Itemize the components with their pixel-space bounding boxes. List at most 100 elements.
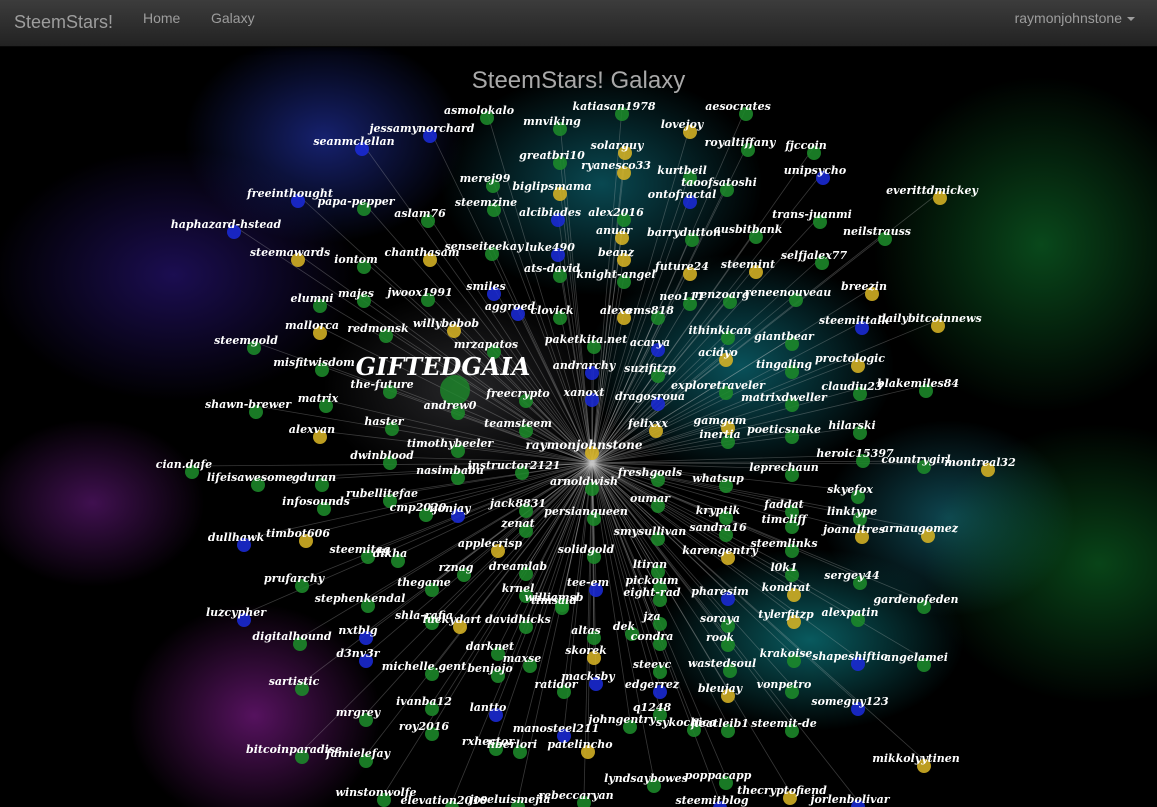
- user-star-label[interactable]: lyndsaybowes: [604, 772, 688, 785]
- user-star-label[interactable]: mallorca: [285, 319, 339, 332]
- user-star-label[interactable]: solidgold: [558, 543, 615, 556]
- user-star-label[interactable]: clovick: [530, 304, 573, 317]
- user-star-label[interactable]: everittdmickey: [886, 184, 979, 197]
- user-star-label[interactable]: rubellitefae: [346, 487, 418, 500]
- user-star-label[interactable]: ems818: [626, 304, 674, 317]
- user-star-label[interactable]: xanoxt: [563, 386, 605, 399]
- user-star-label[interactable]: rebeccaryan: [538, 789, 613, 802]
- user-star-label[interactable]: royaltiffany: [705, 136, 777, 149]
- user-star-label[interactable]: mnviking: [523, 115, 581, 128]
- user-star-label[interactable]: rook: [706, 631, 734, 644]
- user-star-label[interactable]: davidhicks: [485, 613, 551, 626]
- user-star-label[interactable]: giantbear: [754, 330, 815, 343]
- user-star-label[interactable]: steemitblog: [675, 794, 748, 807]
- user-star-label[interactable]: proctologic: [815, 352, 885, 365]
- user-star-label[interactable]: tingaling: [756, 358, 812, 371]
- nav-home-link[interactable]: Home: [143, 10, 180, 26]
- user-star-label[interactable]: roy2016: [399, 720, 449, 733]
- user-star-label[interactable]: timothybeeler: [407, 437, 495, 450]
- user-star-label[interactable]: kondrat: [762, 581, 811, 594]
- user-star-label[interactable]: mikkolyytinen: [872, 752, 960, 765]
- user-star-label[interactable]: jwoox1991: [385, 286, 452, 299]
- user-star-label[interactable]: whatsup: [692, 472, 744, 485]
- user-star-label[interactable]: maxse: [503, 652, 542, 665]
- user-star-label[interactable]: greatbri10: [519, 149, 585, 162]
- user-star-label[interactable]: sandra16: [689, 521, 747, 534]
- user-star-label[interactable]: selfjalex77: [781, 249, 848, 262]
- galaxy-graph[interactable]: asmolokalo katiasan1978 aesocrates jessamyn…: [0, 47, 1157, 807]
- user-star-label[interactable]: tee-em: [567, 576, 609, 589]
- user-star-label[interactable]: cian.dafe: [156, 458, 212, 471]
- user-star-label[interactable]: poeticsnake: [747, 423, 821, 436]
- user-star-label[interactable]: luckydart: [423, 613, 482, 626]
- user-star-label[interactable]: freshgoals: [617, 466, 682, 479]
- user-star-label[interactable]: instructor2121: [468, 459, 561, 472]
- user-star-label[interactable]: oumar: [630, 492, 671, 505]
- user-star-label[interactable]: claudiu23: [821, 380, 883, 393]
- user-star-label[interactable]: biglipsmama: [512, 180, 591, 193]
- user-star-label[interactable]: countrygirl: [881, 453, 950, 466]
- user-star-label[interactable]: luzcypher: [206, 606, 267, 619]
- user-star-label[interactable]: ats-david: [524, 262, 580, 275]
- user-star-label[interactable]: shawn-brewer: [205, 398, 292, 411]
- galaxy-view[interactable]: SteemStars! Galaxy asmolokalo katiasan197…: [0, 47, 1157, 807]
- user-star-label[interactable]: gduran: [292, 471, 336, 484]
- user-star-label[interactable]: vonpetro: [757, 678, 812, 691]
- user-star-label[interactable]: condra: [631, 630, 674, 643]
- user-star-label[interactable]: johngentry: [586, 713, 657, 726]
- user-star-label[interactable]: merej99: [460, 172, 511, 185]
- user-star-label[interactable]: alexvan: [289, 423, 335, 436]
- user-star-label[interactable]: jack8831: [488, 497, 546, 510]
- user-star-label[interactable]: timsaid: [531, 594, 577, 607]
- user-star-label[interactable]: steevc: [633, 658, 672, 671]
- user-star-label[interactable]: jorlenbolivar: [809, 793, 891, 806]
- user-star-label[interactable]: steemgold: [214, 334, 278, 347]
- user-star-label[interactable]: faddat: [763, 498, 803, 511]
- user-star-label[interactable]: seanmclellan: [313, 135, 394, 148]
- featured-star-label[interactable]: GIFTEDGAIA: [356, 352, 531, 381]
- user-star-label[interactable]: luke490: [525, 241, 575, 254]
- user-star-label[interactable]: dwinblood: [350, 449, 414, 462]
- user-star-label[interactable]: katiasan1978: [572, 100, 655, 113]
- user-star-label[interactable]: misfitwisdom: [273, 356, 355, 369]
- user-star-label[interactable]: teamsteem: [484, 417, 552, 430]
- user-star-label[interactable]: unipsycho: [784, 164, 846, 177]
- user-star-label[interactable]: lovejoy: [661, 118, 705, 131]
- user-star-label[interactable]: fjccoin: [784, 139, 827, 152]
- user-star-label[interactable]: persianqueen: [544, 505, 628, 518]
- user-star-label[interactable]: mrzapatos: [454, 338, 518, 351]
- user-star-label[interactable]: chanthasam: [385, 246, 460, 259]
- user-star-label[interactable]: soraya: [700, 612, 740, 625]
- user-star-label[interactable]: rznag: [439, 561, 474, 574]
- user-star-label[interactable]: future24: [654, 260, 709, 273]
- user-star-label[interactable]: d3nv3r: [336, 647, 380, 660]
- user-star-label[interactable]: timcliff: [761, 513, 808, 526]
- user-star-label[interactable]: felixxx: [627, 417, 668, 430]
- user-star-label[interactable]: matrix: [298, 392, 339, 405]
- user-star-label[interactable]: redmonsk: [347, 322, 409, 335]
- user-star-label[interactable]: eight-rad: [623, 586, 680, 599]
- user-star-label[interactable]: lifeisawesome: [207, 471, 293, 484]
- user-star-label[interactable]: dikha: [373, 547, 408, 560]
- user-star-label[interactable]: applecrisp: [458, 537, 523, 550]
- user-star-label[interactable]: nxtblg: [338, 624, 378, 637]
- user-star-label[interactable]: tylerfitzp: [758, 608, 814, 621]
- user-star-label[interactable]: mrgrey: [336, 706, 382, 719]
- user-star-label[interactable]: jza: [641, 610, 660, 623]
- user-star-label[interactable]: bleujay: [698, 682, 744, 695]
- user-star-label[interactable]: skyefox: [827, 483, 873, 496]
- user-star-label[interactable]: papa-pepper: [317, 195, 395, 208]
- user-star-label[interactable]: patelincho: [547, 738, 612, 751]
- user-star-label[interactable]: ijonjay: [430, 502, 473, 515]
- user-star-label[interactable]: liberlori: [487, 738, 537, 751]
- user-star-label[interactable]: leprechaun: [749, 461, 818, 474]
- user-star-label[interactable]: smysullivan: [614, 525, 686, 538]
- user-star-label[interactable]: dreamlab: [489, 560, 548, 573]
- user-star-label[interactable]: arnoldwish: [550, 475, 618, 488]
- user-star-label[interactable]: stephenkendal: [315, 592, 406, 605]
- user-star-label[interactable]: alcibiades: [519, 206, 581, 219]
- user-star-label[interactable]: neo111: [659, 290, 704, 303]
- user-star-label[interactable]: jessamynorchard: [368, 122, 475, 135]
- user-star-label[interactable]: zenat: [500, 517, 534, 530]
- user-star-label[interactable]: raymonjohnstone: [526, 438, 643, 452]
